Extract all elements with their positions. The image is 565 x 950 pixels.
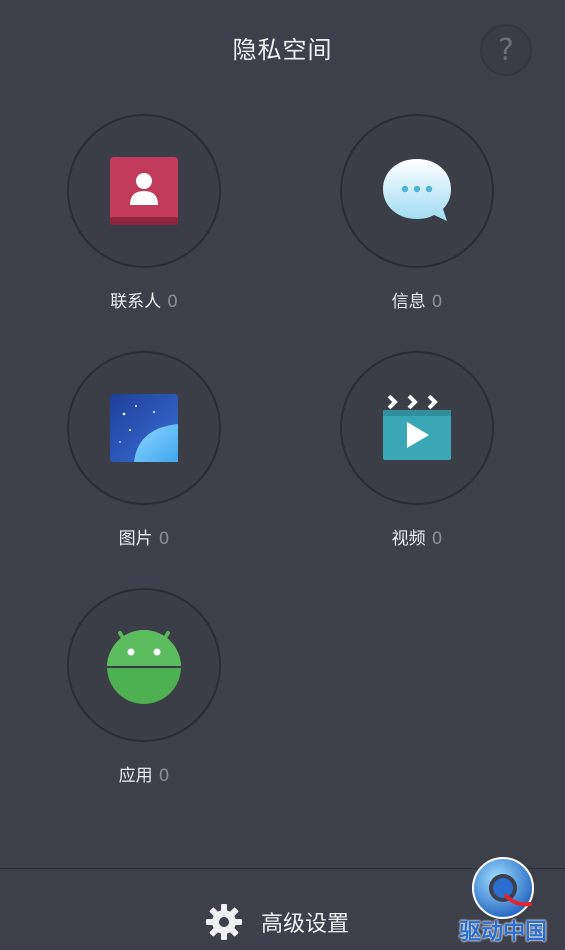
- advanced-settings-button[interactable]: 高级设置: [205, 903, 349, 941]
- gallery-icon: [110, 394, 178, 462]
- watermark-q-icon: [472, 857, 534, 919]
- watermark-text: 驱动中国: [458, 920, 547, 945]
- advanced-settings-label: 高级设置: [261, 912, 350, 937]
- tile-apps[interactable]: 应用 0: [44, 588, 244, 798]
- contacts-icon: [110, 157, 178, 225]
- help-button[interactable]: ?: [480, 24, 532, 76]
- tile-contacts-label: 联系人 0: [110, 292, 178, 312]
- tile-contacts-circle[interactable]: [67, 114, 221, 268]
- tile-videos[interactable]: 视频 0: [317, 351, 517, 561]
- help-icon: ?: [498, 32, 514, 68]
- tile-messages-circle[interactable]: [340, 114, 494, 268]
- tile-pictures[interactable]: 图片 0: [44, 351, 244, 561]
- message-bubble-icon: [383, 159, 451, 221]
- tile-pictures-label: 图片 0: [118, 529, 170, 549]
- watermark-logo: 驱动中国: [444, 856, 562, 948]
- tile-contacts[interactable]: 联系人 0: [44, 114, 244, 324]
- tile-videos-label: 视频 0: [391, 529, 443, 549]
- tile-pictures-circle[interactable]: [67, 351, 221, 505]
- header: 隐私空间 ?: [0, 0, 565, 96]
- tile-videos-circle[interactable]: [340, 351, 494, 505]
- gear-icon: [206, 904, 242, 940]
- android-icon: [107, 630, 181, 704]
- video-clapper-icon: [383, 394, 451, 460]
- tile-messages[interactable]: 信息 0: [317, 114, 517, 324]
- tile-apps-circle[interactable]: [67, 588, 221, 742]
- tile-apps-label: 应用 0: [118, 766, 170, 786]
- tile-messages-label: 信息 0: [391, 292, 443, 312]
